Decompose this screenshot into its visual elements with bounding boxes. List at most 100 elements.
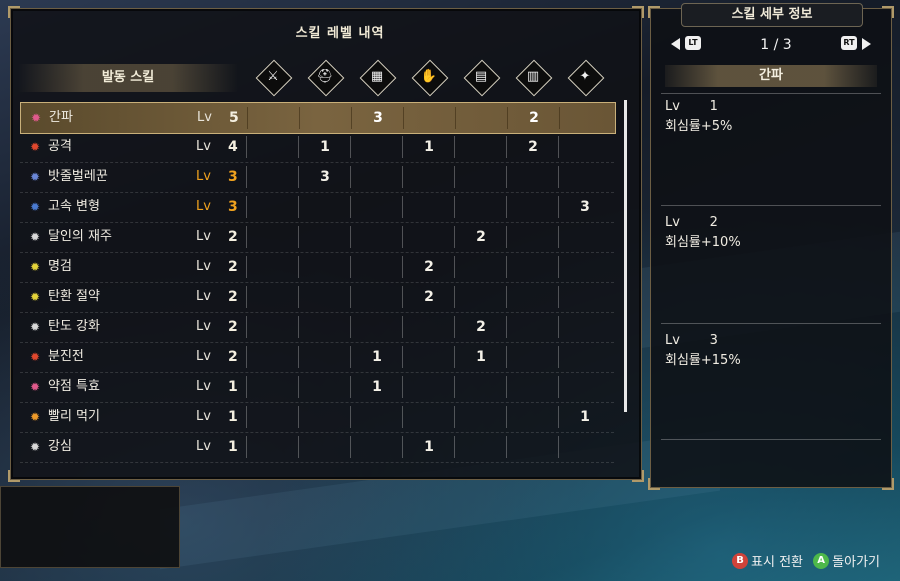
level-detail: Lv 2 회심률+10% (665, 213, 877, 253)
level-label: Lv (196, 199, 211, 214)
equipment-level-cell (246, 376, 299, 398)
prev-page-arrow-icon[interactable] (671, 38, 680, 50)
equipment-level-cell: 1 (402, 136, 455, 158)
skill-row[interactable]: ✹ 명검 Lv 2 2 (20, 252, 614, 283)
info-box (0, 486, 180, 568)
level-label: Lv (196, 169, 211, 184)
equipment-level-cell (246, 406, 299, 428)
equipment-level-cell: 2 (454, 316, 507, 338)
skill-row[interactable]: ✹ 고속 변형 Lv 3 3 (20, 192, 614, 223)
equipment-level-cell (558, 166, 611, 188)
equipment-level-cell (558, 136, 611, 158)
equipment-level-cell (506, 166, 559, 188)
skill-row[interactable]: ✹ 달인의 재주 Lv 2 2 (20, 222, 614, 253)
equipment-level-cell (350, 406, 403, 428)
equipment-level-cell (350, 256, 403, 278)
equipment-level-cell (298, 316, 351, 338)
skill-name: 명검 (48, 259, 72, 274)
b-button-icon[interactable]: B (732, 552, 749, 569)
skill-level: 1 (228, 409, 238, 425)
level-number: 3 (709, 333, 718, 348)
skill-name: 분진전 (48, 349, 84, 364)
level-number: 2 (709, 215, 718, 230)
skill-row[interactable]: ✹ 공격 Lv 4 1 1 2 (20, 132, 614, 163)
equipment-level-cell: 2 (454, 226, 507, 248)
equipment-level-cell (558, 376, 611, 398)
level-description: 회심률+5% (665, 119, 733, 134)
equipment-level-cell (558, 226, 611, 248)
skill-gem-icon: ✹ (29, 380, 41, 394)
selected-skill-name: 간파 (665, 65, 877, 87)
skill-row[interactable]: ✹ 분진전 Lv 2 1 1 (20, 342, 614, 373)
skill-row[interactable]: ✹ 탄환 절약 Lv 2 2 (20, 282, 614, 313)
equipment-level-cell (246, 286, 299, 308)
equipment-level-cell (454, 436, 507, 458)
weapon-icon: ⚔ (255, 59, 293, 97)
skill-gem-icon: ✹ (29, 290, 41, 304)
skill-row[interactable]: ✹ 빨리 먹기 Lv 1 1 (20, 402, 614, 433)
equipment-level-cell (298, 436, 351, 458)
a-button-icon[interactable]: A (813, 552, 830, 569)
back-label[interactable]: 돌아가기 (832, 555, 880, 570)
panel-corner (882, 6, 894, 18)
skill-gem-icon: ✹ (29, 170, 41, 184)
equipment-level-cell: 1 (558, 406, 611, 428)
skill-row[interactable]: ✹ 밧줄벌레꾼 Lv 3 3 (20, 162, 614, 193)
equipment-level-cell (454, 166, 507, 188)
level-label: Lv (665, 333, 680, 348)
equipment-level-cell: 3 (558, 196, 611, 218)
level-label: Lv (196, 139, 211, 154)
equipment-level-cell (558, 316, 611, 338)
skill-gem-icon: ✹ (29, 140, 41, 154)
level-label: Lv (196, 289, 211, 304)
rt-button-icon[interactable]: RT (841, 36, 857, 50)
equipment-level-cell (506, 316, 559, 338)
icon-glyph: ✋ (420, 69, 438, 84)
level-label: Lv (196, 349, 211, 364)
skill-level: 1 (228, 439, 238, 455)
talisman-icon: ✦ (567, 59, 605, 97)
page-indicator: 1 / 3 (760, 37, 792, 53)
toggle-display-label[interactable]: 표시 전환 (751, 555, 803, 570)
panel-corner (632, 470, 644, 482)
equipment-level-cell (402, 316, 455, 338)
skill-level: 2 (228, 289, 238, 305)
chest-icon: ▦ (359, 59, 397, 97)
equipment-level-cell: 1 (350, 376, 403, 398)
skill-name: 탄환 절약 (48, 289, 100, 304)
skill-row[interactable]: ✹ 간파 Lv 5 3 2 (20, 102, 616, 134)
lt-button-icon[interactable]: LT (685, 36, 701, 50)
scrollbar[interactable] (624, 100, 627, 412)
equipment-level-cell (402, 346, 455, 368)
skill-level: 3 (228, 169, 238, 185)
arms-icon: ✋ (411, 59, 449, 97)
icon-glyph: ▦ (370, 69, 384, 84)
level-label: Lv (196, 409, 211, 424)
icon-glyph: ▥ (526, 69, 540, 84)
equipment-level-cell (402, 406, 455, 428)
next-page-arrow-icon[interactable] (862, 38, 871, 50)
equipment-level-cell (454, 286, 507, 308)
equipment-level-cell (246, 256, 299, 278)
level-number: 1 (709, 99, 718, 114)
skill-row[interactable]: ✹ 탄도 강화 Lv 2 2 (20, 312, 614, 343)
skill-gem-icon: ✹ (29, 410, 41, 424)
skill-row[interactable]: ✹ 약점 특효 Lv 1 1 (20, 372, 614, 403)
skill-detail-title: 스킬 세부 정보 (681, 3, 863, 27)
equipment-level-cell (506, 406, 559, 428)
panel-corner (8, 470, 20, 482)
equipment-level-cell (506, 436, 559, 458)
equipment-level-cell (558, 346, 611, 368)
equipment-level-cell (455, 107, 508, 129)
skill-name: 공격 (48, 139, 72, 154)
equipment-level-cell: 2 (402, 286, 455, 308)
equipment-level-cell (298, 376, 351, 398)
level-label: Lv (197, 110, 212, 125)
skill-name: 간파 (49, 110, 73, 125)
panel-corner (648, 478, 660, 490)
skill-row[interactable]: ✹ 강심 Lv 1 1 (20, 432, 614, 463)
equipment-level-cell (506, 196, 559, 218)
divider (661, 93, 881, 94)
panel-corner (882, 478, 894, 490)
skill-level: 5 (229, 110, 239, 126)
